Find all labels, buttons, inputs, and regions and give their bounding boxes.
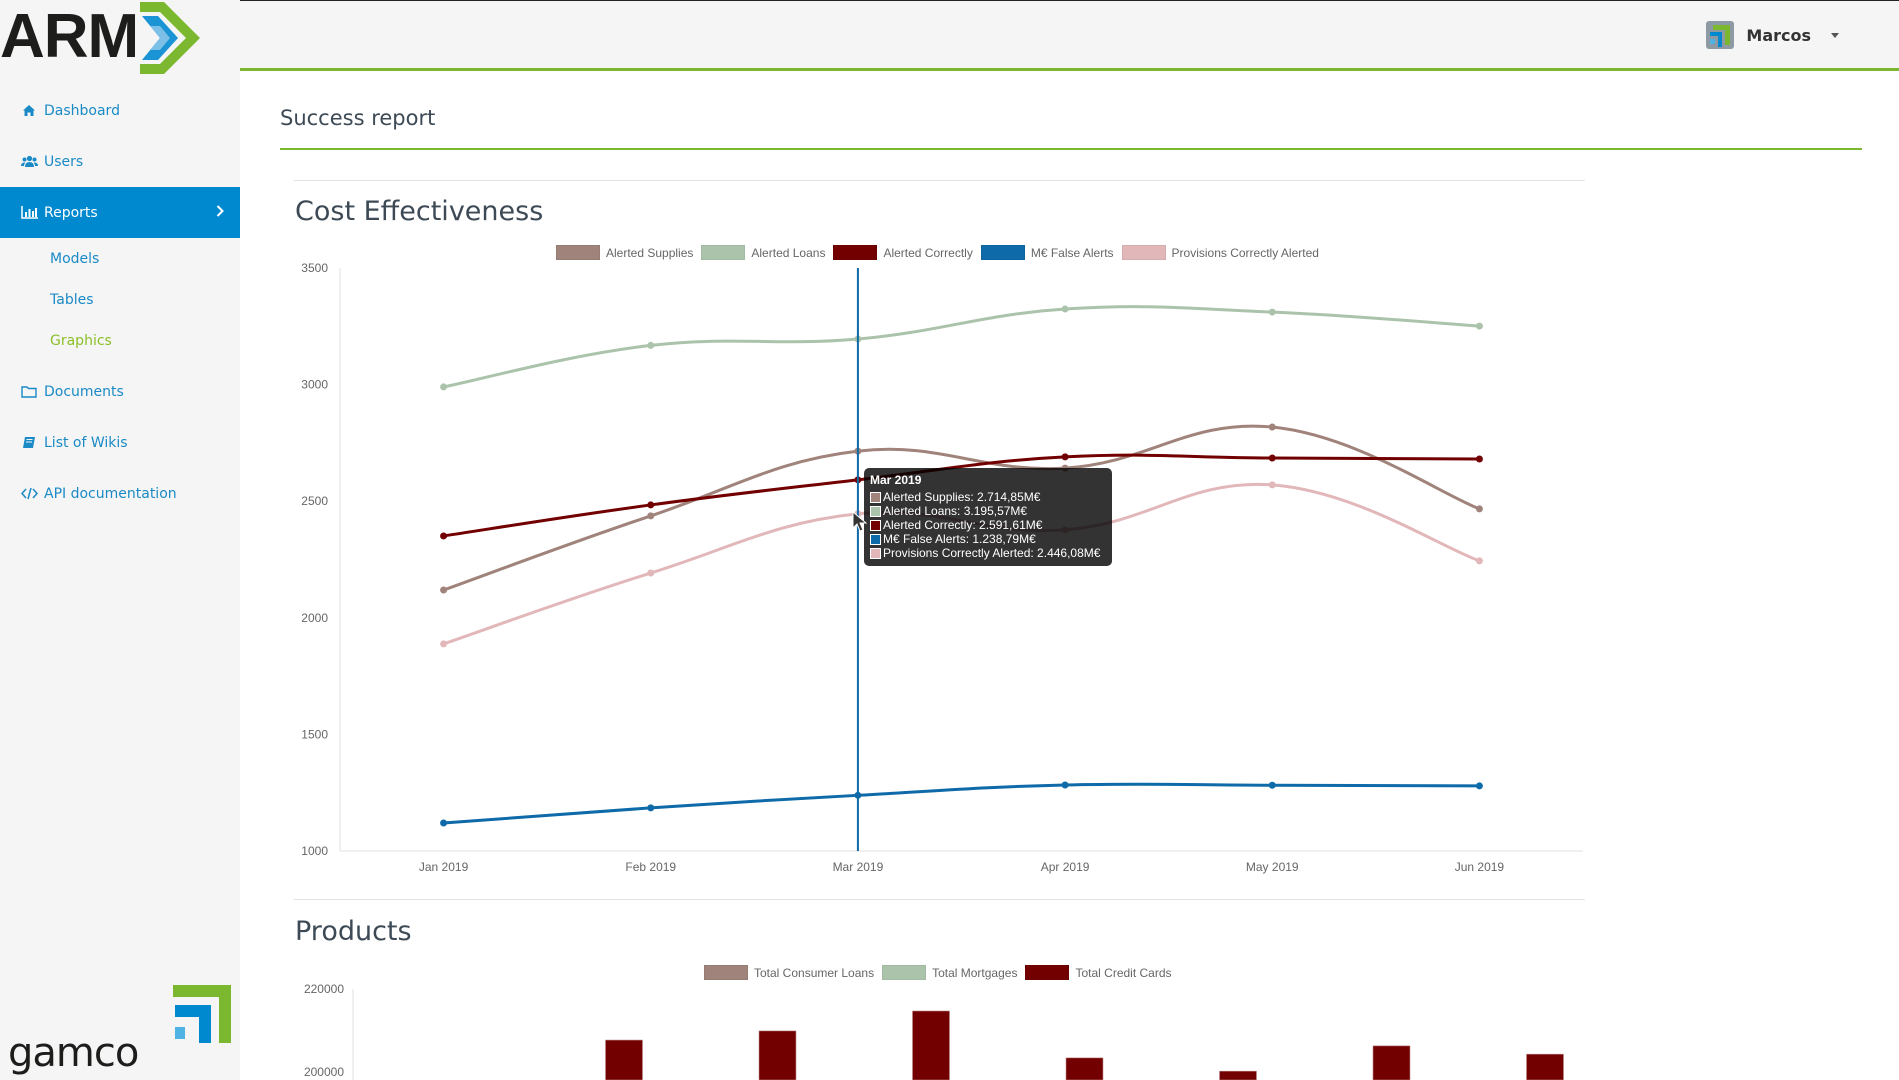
tooltip-row-text: Alerted Supplies: 2.714,85M€ bbox=[883, 490, 1041, 504]
tooltip-row-text: Alerted Correctly: 2.591,61M€ bbox=[883, 518, 1043, 532]
tooltip-swatch bbox=[870, 533, 881, 545]
tooltip-swatch bbox=[870, 491, 881, 503]
tooltip-swatch bbox=[870, 547, 881, 559]
bar[interactable] bbox=[758, 1030, 797, 1080]
tooltip-row: Alerted Loans: 3.195,57M€ bbox=[870, 504, 1106, 518]
bar[interactable] bbox=[605, 1039, 643, 1080]
bar[interactable] bbox=[912, 1010, 950, 1080]
tooltip-row: Alerted Correctly: 2.591,61M€ bbox=[870, 518, 1106, 532]
y-tick-label: 200000 bbox=[304, 1065, 344, 1079]
tooltip-row: M€ False Alerts: 1.238,79M€ bbox=[870, 532, 1106, 546]
tooltip-row-text: Alerted Loans: 3.195,57M€ bbox=[883, 504, 1028, 518]
bar[interactable] bbox=[1219, 1070, 1257, 1080]
tooltip-swatch bbox=[870, 519, 881, 531]
tooltip-row-text: Provisions Correctly Alerted: 2.446,08M€ bbox=[883, 546, 1101, 560]
bar[interactable] bbox=[1065, 1057, 1104, 1080]
tooltip-row: Provisions Correctly Alerted: 2.446,08M€ bbox=[870, 546, 1106, 560]
tooltip-swatch bbox=[870, 505, 881, 517]
y-tick-label: 220000 bbox=[304, 982, 344, 996]
tooltip-row: Alerted Supplies: 2.714,85M€ bbox=[870, 490, 1106, 504]
tooltip-row-text: M€ False Alerts: 1.238,79M€ bbox=[883, 532, 1036, 546]
chart-tooltip: Mar 2019 Alerted Supplies: 2.714,85M€ Al… bbox=[864, 468, 1112, 566]
tooltip-title: Mar 2019 bbox=[870, 473, 922, 487]
mouse-cursor-icon bbox=[852, 511, 868, 532]
bar[interactable] bbox=[1372, 1045, 1411, 1080]
bar[interactable] bbox=[1526, 1053, 1564, 1080]
